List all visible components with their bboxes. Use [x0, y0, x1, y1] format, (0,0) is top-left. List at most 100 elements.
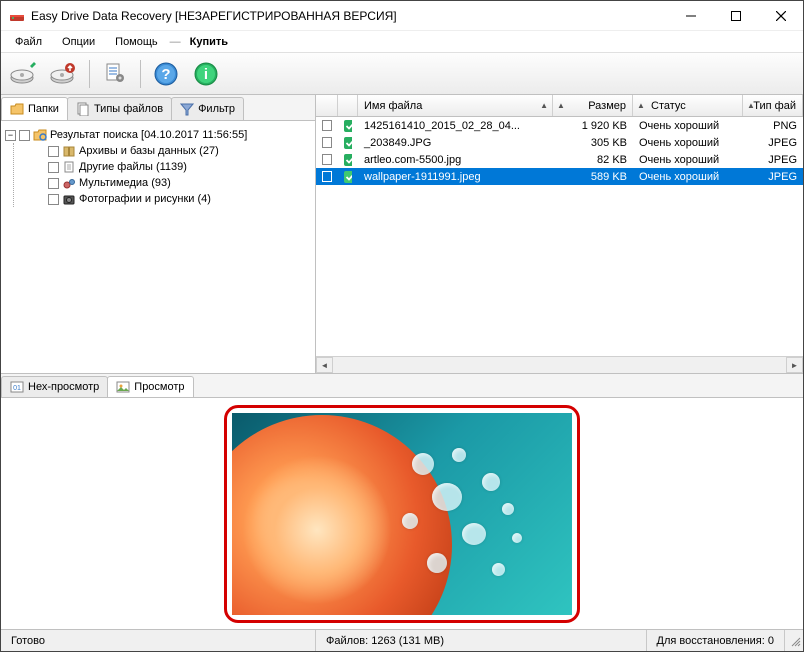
cell-status: Очень хороший: [633, 171, 743, 183]
status-recover: Для восстановления: 0: [647, 630, 785, 651]
tab-filter-label: Фильтр: [198, 103, 235, 115]
recover-button[interactable]: [47, 57, 81, 91]
column-check[interactable]: [316, 95, 338, 116]
tab-filter[interactable]: Фильтр: [171, 97, 244, 120]
cell-size: 82 KB: [553, 154, 633, 166]
tree-node-archives[interactable]: Архивы и базы данных (27): [48, 143, 311, 159]
file-row[interactable]: 1425161410_2015_02_28_04...1 920 KBОчень…: [316, 117, 803, 134]
sort-arrow-icon: ▲: [747, 101, 755, 110]
scroll-left-button[interactable]: ◄: [316, 357, 333, 373]
tab-hex[interactable]: 01 Нех-просмотр: [1, 376, 108, 397]
tab-folders[interactable]: Папки: [1, 97, 68, 120]
menu-separator: —: [170, 36, 178, 48]
filetype-icon: [76, 102, 90, 116]
left-pane: Папки Типы файлов Фильтр − Результат пои…: [1, 95, 316, 373]
row-checkbox[interactable]: [322, 171, 332, 182]
file-status-icon: [344, 137, 352, 149]
tree-root[interactable]: − Результат поиска [04.10.2017 11:56:55]: [5, 127, 311, 143]
toolbar: ? i: [1, 53, 803, 95]
tab-preview-label: Просмотр: [134, 381, 184, 393]
menu-options[interactable]: Опции: [54, 34, 103, 50]
menu-file[interactable]: Файл: [7, 34, 50, 50]
tree-node-photos[interactable]: Фотографии и рисунки (4): [48, 191, 311, 207]
close-button[interactable]: [758, 1, 803, 30]
multimedia-icon: [62, 176, 76, 190]
column-type[interactable]: ▲Тип фай: [743, 95, 803, 116]
column-name[interactable]: Имя файла▲: [358, 95, 553, 116]
tree-view[interactable]: − Результат поиска [04.10.2017 11:56:55]…: [1, 121, 315, 373]
preview-highlight: [224, 405, 580, 623]
column-size[interactable]: ▲Размер: [553, 95, 633, 116]
titlebar: Easy Drive Data Recovery [НЕЗАРЕГИСТРИРО…: [1, 1, 803, 31]
minimize-button[interactable]: [668, 1, 713, 30]
result-folder-icon: [33, 128, 47, 142]
column-status[interactable]: ▲Статус: [633, 95, 743, 116]
checkbox[interactable]: [48, 194, 59, 205]
right-pane: Имя файла▲ ▲Размер ▲Статус ▲Тип фай 1425…: [316, 95, 803, 373]
bottom-pane: 01 Нех-просмотр Просмотр: [1, 373, 803, 629]
funnel-icon: [180, 102, 194, 116]
preview-tabs: 01 Нех-просмотр Просмотр: [1, 374, 803, 398]
folder-icon: [10, 102, 24, 116]
horizontal-scrollbar[interactable]: ◄ ►: [316, 356, 803, 373]
scroll-right-button[interactable]: ►: [786, 357, 803, 373]
window-buttons: [668, 1, 803, 30]
scroll-track[interactable]: [333, 357, 786, 373]
file-status-icon: [344, 171, 352, 183]
cell-type: PNG: [743, 120, 803, 132]
tree-node-other[interactable]: Другие файлы (1139): [48, 159, 311, 175]
help-button[interactable]: ?: [149, 57, 183, 91]
sort-arrow-icon: ▲: [540, 101, 548, 110]
tab-filetypes[interactable]: Типы файлов: [67, 97, 172, 120]
svg-text:01: 01: [13, 385, 21, 392]
cell-size: 589 KB: [553, 171, 633, 183]
file-row[interactable]: wallpaper-1911991.jpeg589 KBОчень хороши…: [316, 168, 803, 185]
checkbox[interactable]: [48, 146, 59, 157]
toolbar-separator: [140, 60, 141, 88]
status-filecount: Файлов: 1263 (131 MB): [316, 630, 647, 651]
collapse-icon[interactable]: −: [5, 130, 16, 141]
resize-grip[interactable]: [785, 633, 803, 649]
file-list[interactable]: 1425161410_2015_02_28_04...1 920 KBОчень…: [316, 117, 803, 356]
row-checkbox[interactable]: [322, 120, 332, 131]
cell-size: 305 KB: [553, 137, 633, 149]
tree-node-label: Другие файлы (1139): [79, 161, 187, 173]
checkbox[interactable]: [48, 178, 59, 189]
svg-text:?: ?: [161, 66, 170, 83]
menubar: Файл Опции Помощь — Купить: [1, 31, 803, 53]
cell-status: Очень хороший: [633, 120, 743, 132]
menu-help[interactable]: Помощь: [107, 34, 166, 50]
cell-size: 1 920 KB: [553, 120, 633, 132]
cell-status: Очень хороший: [633, 154, 743, 166]
cell-type: JPEG: [743, 171, 803, 183]
file-row[interactable]: artleo.com-5500.jpg82 KBОчень хорошийJPE…: [316, 151, 803, 168]
column-icon[interactable]: [338, 95, 358, 116]
checkbox[interactable]: [48, 162, 59, 173]
scan-drive-button[interactable]: [7, 57, 41, 91]
row-checkbox[interactable]: [322, 137, 332, 148]
menu-buy[interactable]: Купить: [182, 34, 236, 50]
list-header: Имя файла▲ ▲Размер ▲Статус ▲Тип фай: [316, 95, 803, 117]
tab-preview[interactable]: Просмотр: [107, 376, 193, 397]
window-title: Easy Drive Data Recovery [НЕЗАРЕГИСТРИРО…: [31, 9, 668, 23]
toolbar-separator: [89, 60, 90, 88]
tree-node-multimedia[interactable]: Мультимедиа (93): [48, 175, 311, 191]
file-status-icon: [344, 120, 352, 132]
svg-text:i: i: [204, 66, 208, 83]
info-button[interactable]: i: [189, 57, 223, 91]
hex-icon: 01: [10, 380, 24, 394]
app-icon: [9, 8, 25, 24]
tab-filetypes-label: Типы файлов: [94, 103, 163, 115]
tab-hex-label: Нех-просмотр: [28, 381, 99, 393]
tree-node-label: Архивы и базы данных (27): [79, 145, 219, 157]
maximize-button[interactable]: [713, 1, 758, 30]
row-checkbox[interactable]: [322, 154, 332, 165]
preview-icon: [116, 380, 130, 394]
file-row[interactable]: _203849.JPG305 KBОчень хорошийJPEG: [316, 134, 803, 151]
checkbox[interactable]: [19, 130, 30, 141]
tree-node-label: Фотографии и рисунки (4): [79, 193, 211, 205]
preview-image: [232, 413, 572, 615]
settings-button[interactable]: [98, 57, 132, 91]
status-ready: Готово: [1, 630, 316, 651]
tree-root-label: Результат поиска [04.10.2017 11:56:55]: [50, 129, 247, 141]
